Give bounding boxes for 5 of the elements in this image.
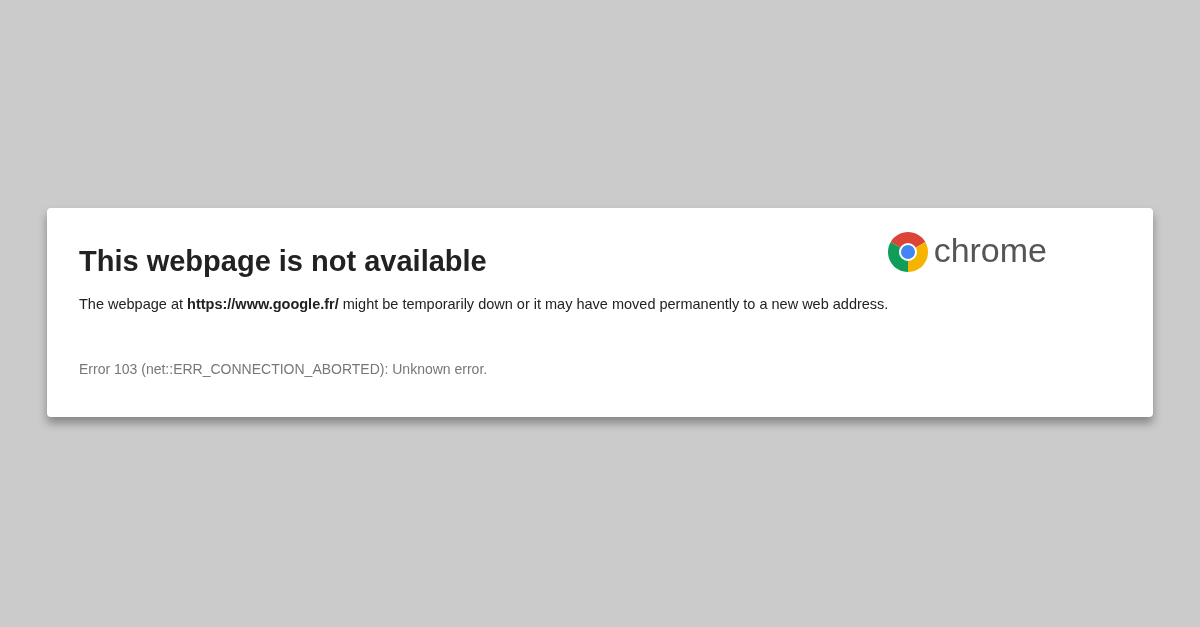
error-message: The webpage at https://www.google.fr/ might be temporarily down or it may have moved permanently to a new web address. bbox=[79, 294, 890, 314]
error-title: This webpage is not available bbox=[79, 244, 487, 279]
error-code: Error 103 (net::ERR_CONNECTION_ABORTED): Unknown error. bbox=[79, 360, 489, 380]
chrome-wordmark: chrome bbox=[933, 233, 1047, 267]
chrome-logo-icon bbox=[887, 232, 928, 272]
